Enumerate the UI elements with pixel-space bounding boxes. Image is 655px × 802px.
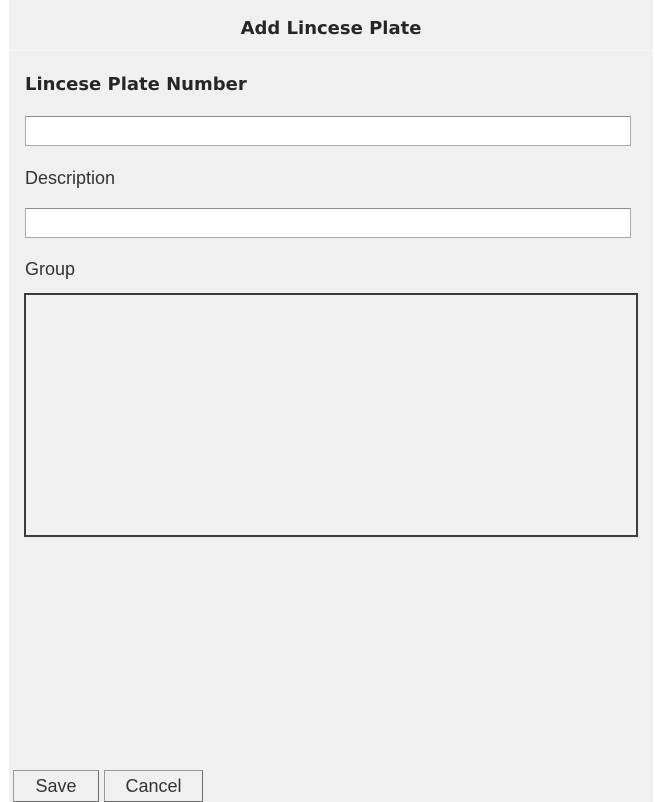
group-list[interactable] [24, 293, 638, 537]
description-label: Description [25, 168, 116, 188]
save-button[interactable]: Save [13, 770, 99, 802]
plate-number-input[interactable] [25, 116, 631, 146]
plate-number-label: Lincese Plate Number [25, 74, 247, 95]
title-divider [9, 50, 653, 51]
cancel-button[interactable]: Cancel [104, 770, 203, 802]
dialog-title: Add Lincese Plate [240, 18, 422, 39]
group-label: Group [25, 259, 76, 279]
description-input[interactable] [25, 208, 631, 238]
add-license-plate-dialog: Add Lincese Plate Lincese Plate Number D… [9, 0, 653, 802]
